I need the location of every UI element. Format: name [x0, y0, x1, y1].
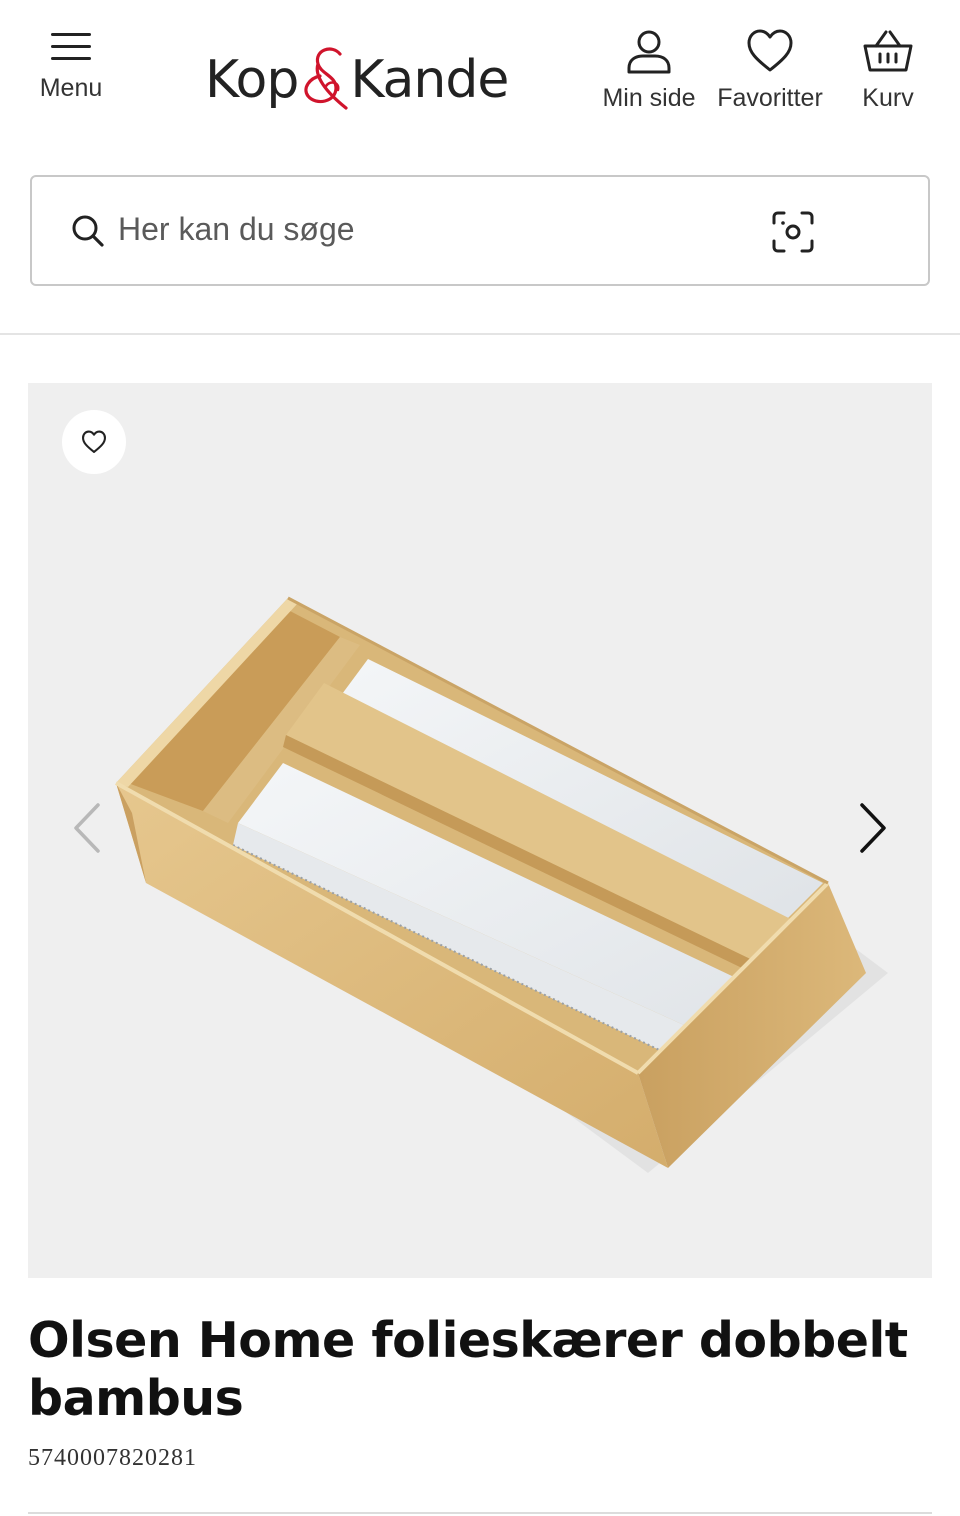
previous-image-button[interactable]	[68, 801, 104, 859]
search-input[interactable]: Her kan du søge	[118, 211, 355, 248]
favorites-label: Favoritter	[717, 84, 823, 112]
section-divider	[28, 1512, 932, 1514]
product-sku: 5740007820281	[28, 1445, 197, 1471]
next-image-button[interactable]	[856, 801, 892, 859]
menu-button[interactable]: Menu	[30, 28, 112, 103]
chevron-left-icon	[74, 803, 100, 853]
account-label: Min side	[602, 84, 696, 112]
product-image	[115, 596, 888, 1173]
hamburger-icon	[51, 33, 91, 60]
menu-label: Menu	[39, 74, 103, 102]
account-button[interactable]: Min side	[598, 28, 700, 113]
site-logo[interactable]: Kop Kande	[205, 44, 515, 116]
logo-text-left: Kop	[205, 50, 299, 110]
favorites-button[interactable]: Favoritter	[710, 28, 830, 113]
logo-text-right: Kande	[350, 50, 509, 110]
user-icon	[627, 30, 671, 74]
site-header: Menu Kop Kande Min side Favoritter Kurv	[0, 0, 960, 150]
add-to-favorites-button[interactable]	[62, 410, 126, 474]
search-bar[interactable]: Her kan du søge	[30, 175, 930, 286]
product-image-gallery[interactable]	[28, 383, 932, 1278]
chevron-right-icon	[860, 803, 886, 853]
cart-button[interactable]: Kurv	[848, 28, 928, 113]
cart-label: Kurv	[862, 84, 914, 112]
search-icon	[72, 215, 104, 247]
header-divider	[0, 333, 960, 335]
heart-icon	[82, 430, 106, 453]
basket-icon	[863, 30, 913, 72]
product-title: Olsen Home folieskærer dobbelt bambus	[28, 1312, 908, 1427]
logo-ampersand-heart-icon	[296, 47, 352, 110]
visual-search-camera-icon[interactable]	[770, 209, 816, 255]
heart-icon	[747, 29, 793, 72]
